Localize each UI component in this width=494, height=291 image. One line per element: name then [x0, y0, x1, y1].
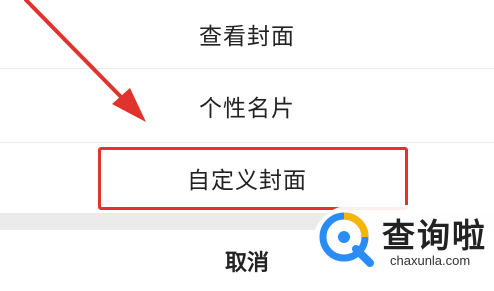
menu-item-personal-card[interactable]: 个性名片	[0, 69, 494, 142]
menu-item-label: 查看封面	[199, 24, 295, 50]
watermark-url: chaxunla.com	[390, 253, 471, 268]
watermark-text: 查询啦	[382, 216, 487, 255]
watermark: 查询啦 chaxunla.com	[312, 205, 494, 291]
menu-item-view-cover[interactable]: 查看封面	[0, 0, 494, 68]
menu-item-label: 自定义封面	[187, 168, 307, 194]
cancel-label: 取消	[224, 250, 269, 276]
menu-item-label: 个性名片	[199, 95, 295, 122]
magnifier-logo-icon	[319, 212, 374, 267]
menu-item-custom-cover[interactable]: 自定义封面	[0, 143, 494, 213]
